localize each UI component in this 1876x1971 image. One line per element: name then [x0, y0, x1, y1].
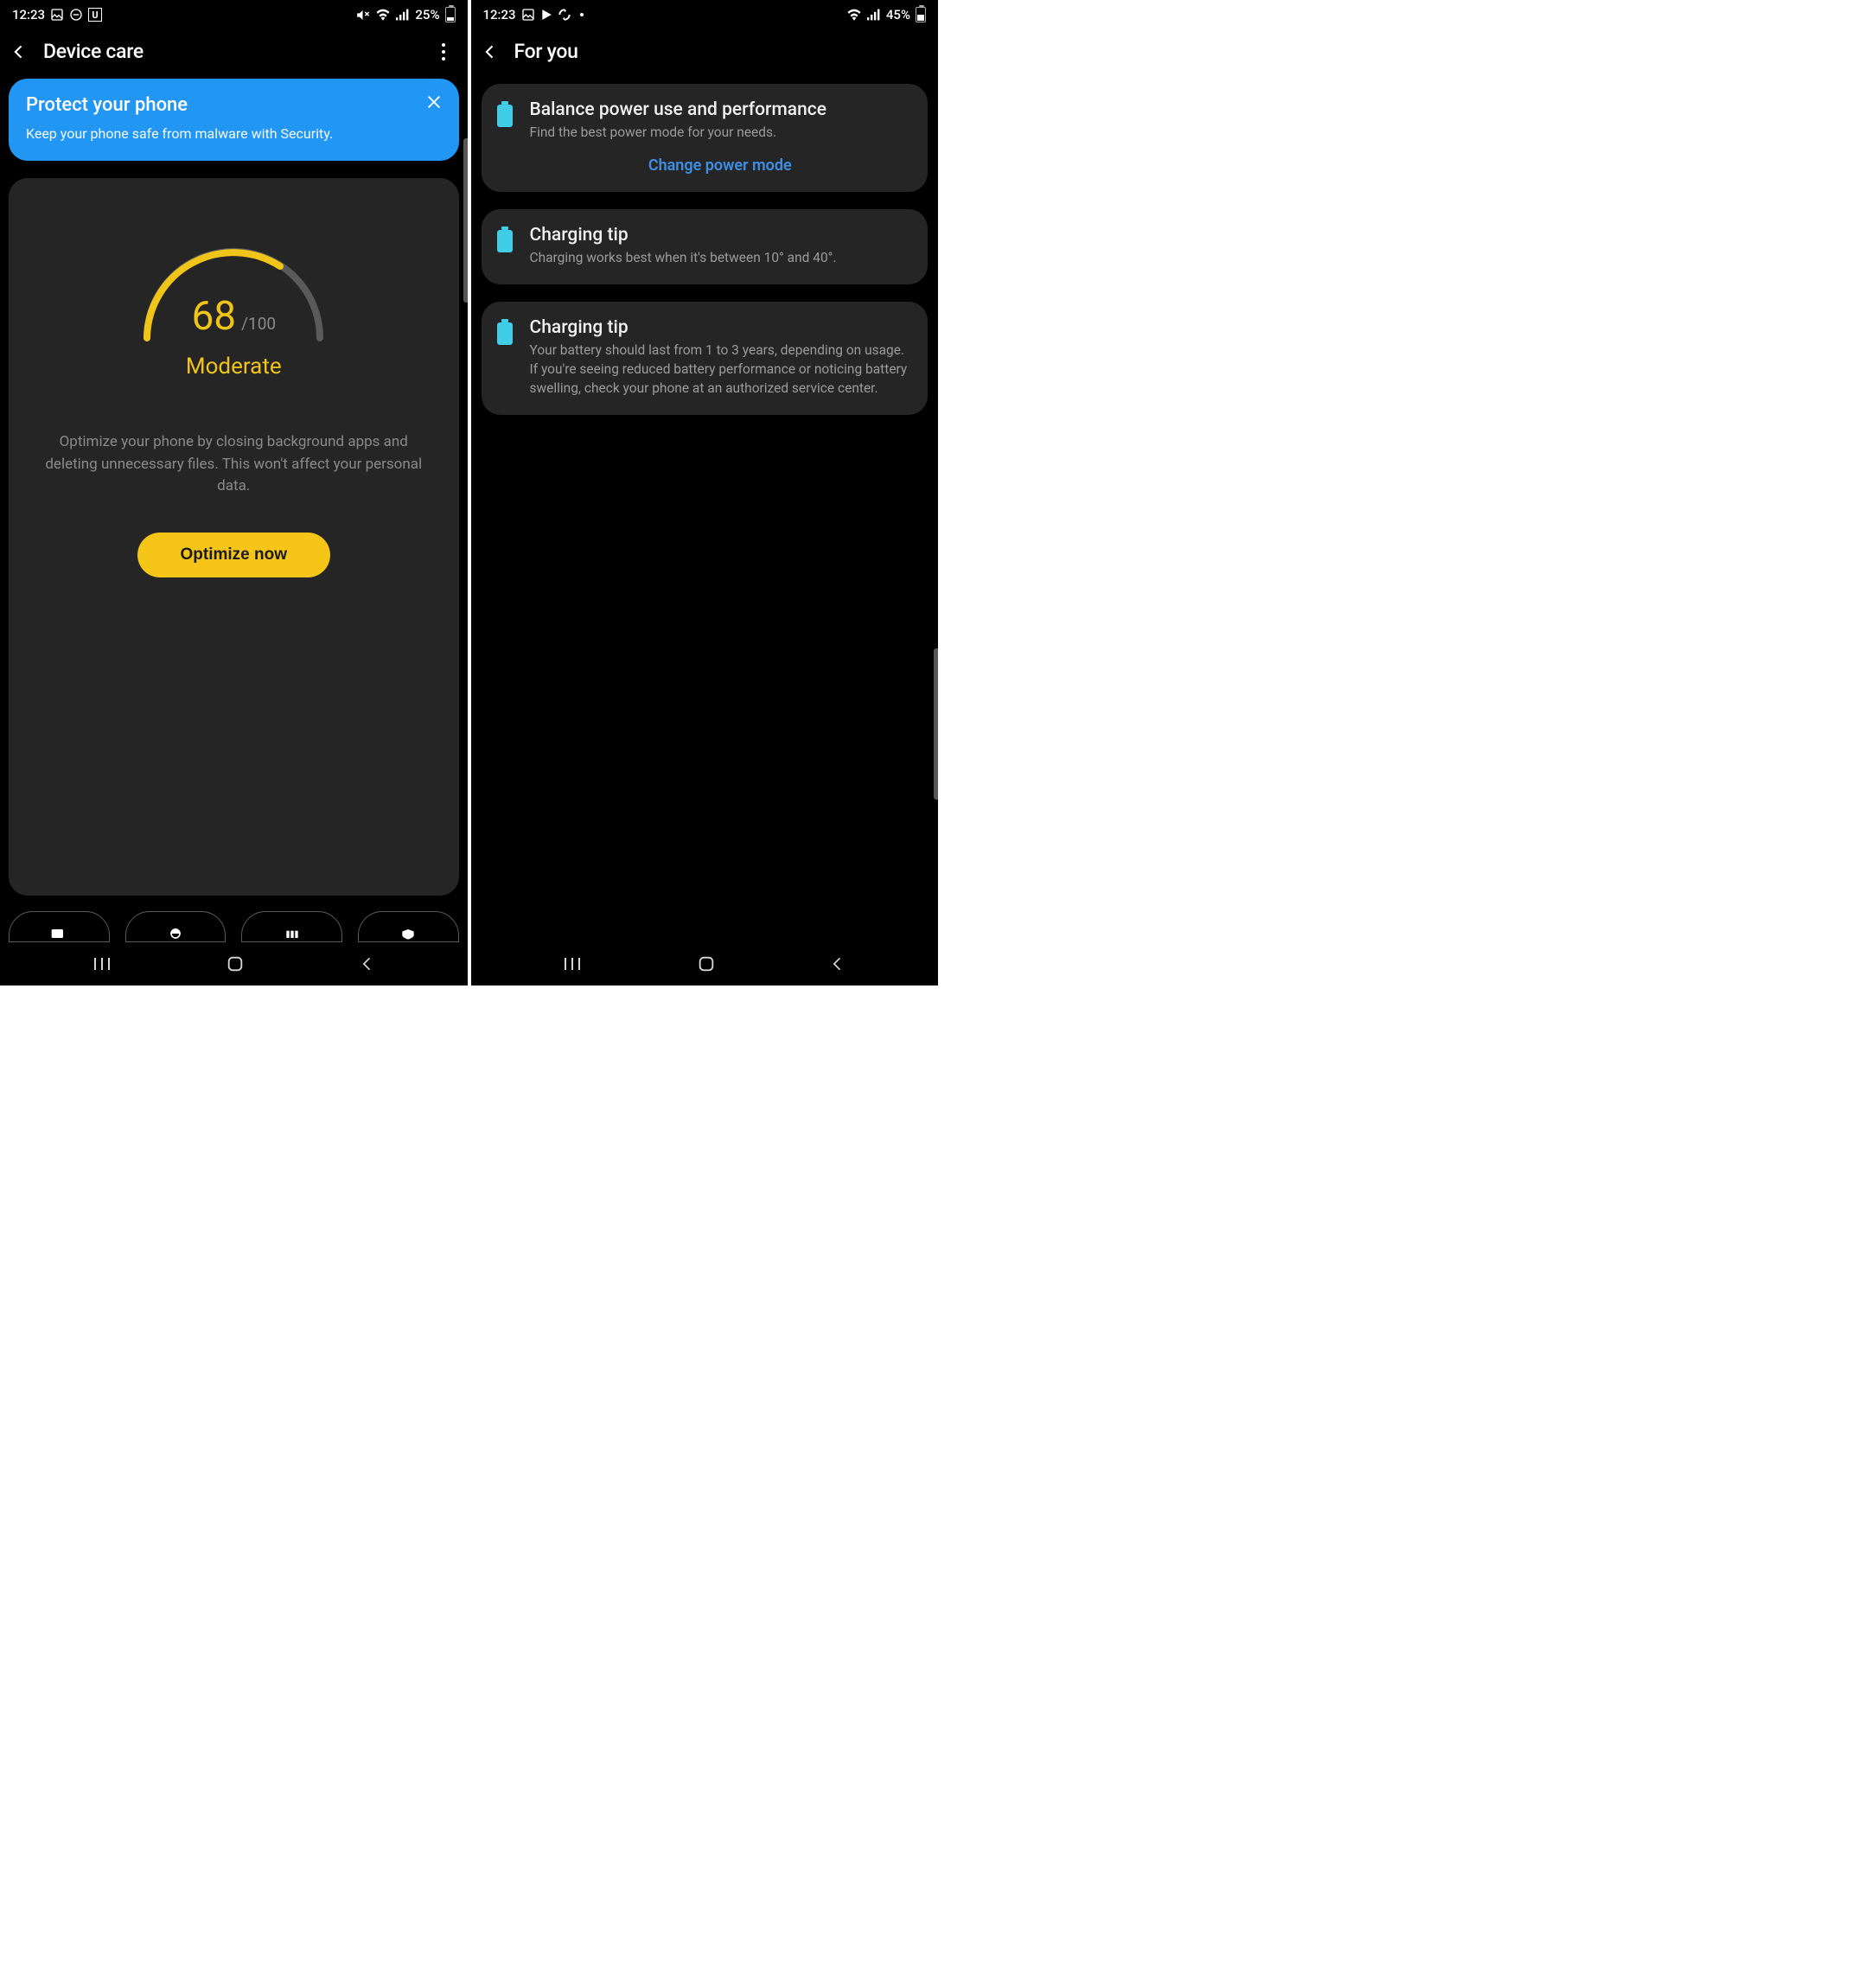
wifi-icon — [846, 9, 862, 21]
wifi-icon — [375, 9, 391, 21]
play-icon — [540, 8, 552, 22]
page-title: Device care — [43, 40, 435, 63]
scrollbar[interactable] — [934, 648, 938, 800]
nav-bar — [471, 942, 939, 986]
battery-icon — [497, 230, 516, 256]
dnd-icon — [69, 8, 83, 22]
tip-desc: Find the best power mode for your needs. — [530, 124, 911, 143]
tip-card-charging-temp[interactable]: Charging tip Charging works best when it… — [482, 209, 928, 285]
nav-recents[interactable] — [92, 956, 112, 972]
tip-title: Balance power use and performance — [530, 99, 911, 120]
tab-memory[interactable] — [241, 911, 342, 942]
protect-title: Protect your phone — [26, 94, 442, 116]
protect-desc: Keep your phone safe from malware with S… — [26, 124, 442, 144]
signal-icon — [867, 9, 881, 21]
status-bar: 12:23 45% — [471, 0, 939, 28]
tip-title: Charging tip — [530, 225, 911, 246]
status-time: 12:23 — [483, 7, 516, 22]
tab-battery[interactable] — [9, 911, 110, 942]
tab-security[interactable] — [358, 911, 459, 942]
tip-desc: Your battery should last from 1 to 3 yea… — [530, 341, 911, 398]
status-bar: 12:23 U 25% — [0, 0, 468, 28]
status-time: 12:23 — [12, 7, 45, 22]
score-value: 68 — [191, 293, 236, 340]
device-care-screen: 12:23 U 25% Device care Protect your pho… — [0, 0, 468, 986]
more-button[interactable] — [435, 43, 452, 61]
optimize-desc: Optimize your phone by closing backgroun… — [26, 431, 442, 498]
back-button[interactable] — [482, 43, 499, 61]
mute-icon — [355, 8, 370, 22]
tip-card-power-mode[interactable]: Balance power use and performance Find t… — [482, 84, 928, 192]
dot-icon — [580, 13, 584, 16]
image-icon — [50, 8, 64, 22]
back-button[interactable] — [10, 43, 28, 61]
battery-icon — [445, 7, 456, 22]
tab-storage[interactable] — [125, 911, 227, 942]
header: For you — [471, 28, 939, 79]
nav-home[interactable] — [226, 954, 245, 973]
optimize-button[interactable]: Optimize now — [137, 533, 331, 577]
page-title: For you — [514, 40, 923, 63]
battery-icon — [916, 7, 926, 22]
score-label: Moderate — [186, 354, 282, 380]
image-icon — [521, 8, 535, 22]
close-icon[interactable] — [424, 92, 443, 112]
header: Device care — [0, 28, 468, 79]
u-icon: U — [88, 8, 102, 22]
score-max: /100 — [241, 314, 276, 334]
nav-back[interactable] — [829, 955, 846, 973]
protect-card[interactable]: Protect your phone Keep your phone safe … — [9, 79, 459, 161]
change-power-mode-link[interactable]: Change power mode — [530, 156, 911, 175]
for-you-screen: 12:23 45% For you Balance power use an — [471, 0, 939, 986]
score-card: 68/100 Moderate Optimize your phone by c… — [9, 178, 459, 896]
scrollbar[interactable] — [463, 138, 468, 303]
battery-pct: 25% — [415, 7, 439, 22]
nav-back[interactable] — [359, 955, 376, 973]
tip-card-battery-life[interactable]: Charging tip Your battery should last fr… — [482, 302, 928, 415]
nav-bar — [0, 942, 468, 986]
battery-icon — [497, 105, 516, 131]
nav-home[interactable] — [697, 954, 716, 973]
tip-title: Charging tip — [530, 317, 911, 338]
battery-pct: 45% — [886, 7, 910, 22]
battery-icon — [497, 322, 516, 348]
signal-icon — [396, 9, 410, 21]
nav-recents[interactable] — [562, 956, 583, 972]
sync-icon — [558, 8, 571, 22]
score-gauge: 68/100 — [121, 213, 346, 347]
tip-desc: Charging works best when it's between 10… — [530, 249, 911, 268]
bottom-tabs — [0, 896, 468, 942]
